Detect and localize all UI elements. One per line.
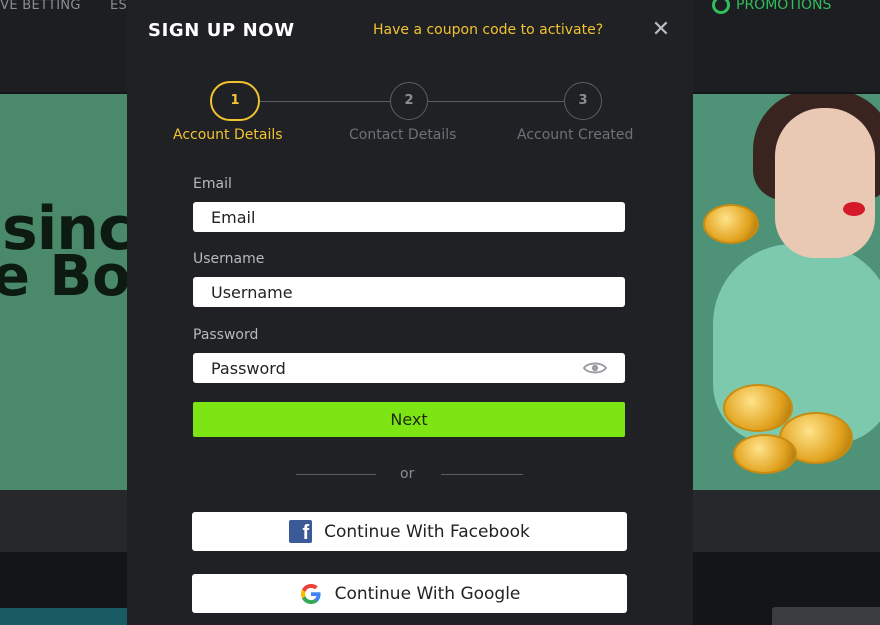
page: IVE BETTING ES PROMOTIONS sinc e Bo SIGN… (0, 0, 880, 625)
step-3-indicator: 3 (564, 82, 602, 120)
divider-line (441, 474, 523, 475)
password-label: Password (193, 327, 259, 343)
modal-title: SIGN UP NOW (148, 20, 295, 41)
username-field[interactable] (193, 277, 625, 307)
promo-banner-right[interactable] (693, 94, 880, 490)
nav-promotions[interactable]: PROMOTIONS (712, 0, 831, 14)
banner-text-line-2: e Bo (0, 244, 127, 309)
step-3-label: Account Created (517, 127, 634, 143)
username-label: Username (193, 251, 265, 267)
background-bottom-panel (772, 607, 880, 625)
nav-esports[interactable]: ES (110, 0, 127, 13)
background-strip (693, 490, 880, 552)
step-1-indicator: 1 (210, 81, 260, 121)
google-icon (300, 583, 321, 604)
next-button[interactable]: Next (193, 402, 625, 437)
google-button-label: Continue With Google (334, 583, 521, 604)
coin-image (703, 204, 759, 244)
password-field-wrapper (193, 353, 625, 383)
email-field-wrapper (193, 202, 625, 232)
email-field[interactable] (193, 202, 625, 232)
woman-face-image (775, 108, 875, 258)
continue-with-google-button[interactable]: Continue With Google (192, 574, 627, 613)
close-icon[interactable]: ✕ (650, 18, 672, 42)
step-2-indicator: 2 (390, 82, 428, 120)
facebook-icon: f (289, 520, 313, 544)
signup-modal: SIGN UP NOW Have a coupon code to activa… (127, 0, 693, 625)
nav-live-betting[interactable]: IVE BETTING (0, 0, 81, 13)
promotions-icon (712, 0, 730, 14)
background-strip (0, 490, 127, 552)
username-field-wrapper (193, 277, 625, 307)
step-2-label: Contact Details (349, 127, 457, 143)
coupon-link[interactable]: Have a coupon code to activate? (373, 22, 603, 38)
stepper-connector (428, 101, 564, 102)
coin-image (733, 434, 797, 474)
eye-icon[interactable] (583, 361, 607, 375)
step-1-label: Account Details (173, 127, 283, 143)
email-label: Email (193, 176, 232, 192)
promotions-label: PROMOTIONS (736, 0, 832, 13)
password-field[interactable] (193, 353, 625, 383)
or-separator: or (400, 466, 415, 482)
facebook-button-label: Continue With Facebook (324, 521, 530, 542)
continue-with-facebook-button[interactable]: f Continue With Facebook (192, 512, 627, 551)
stepper-connector (260, 101, 390, 102)
background-bottom-panel (0, 608, 128, 625)
divider-line (296, 474, 376, 475)
woman-lips-image (843, 202, 865, 216)
promo-banner-left[interactable]: sinc e Bo (0, 94, 127, 490)
